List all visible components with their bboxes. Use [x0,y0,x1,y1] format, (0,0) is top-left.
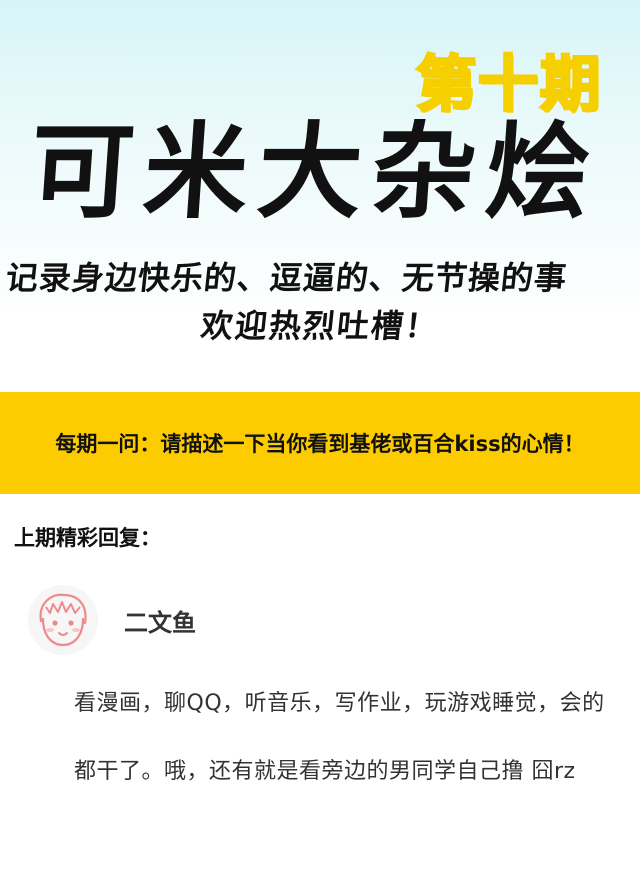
subtitle-line-2: 欢迎热烈吐槽！ [198,307,441,345]
issue-label: 第十期 [415,50,602,120]
weekly-question-band: 每期一问：请描述一下当你看到基佬或百合kiss的心情！ [0,392,640,494]
subtitle-line-1: 记录身边快乐的、逗逼的、无节操的事 [4,259,570,297]
avatar-face-icon [28,585,98,655]
comment-text: 看漫画，聊QQ，听音乐，写作业，玩游戏睡觉，会的都干了。哦，还有就是看旁边的男同… [74,691,605,784]
weekly-question-text: 每期一问：请描述一下当你看到基佬或百合kiss的心情！ [55,432,585,456]
page-title: 可米大杂烩 [25,111,605,233]
comment-username[interactable]: 二文鱼 [124,603,196,638]
header-banner: 第十期 可米大杂烩 记录身边快乐的、逗逼的、无节操的事 欢迎热烈吐槽！ [0,0,640,392]
last-issue-label: 上期精彩回复： [14,526,161,550]
avatar[interactable] [28,585,98,655]
